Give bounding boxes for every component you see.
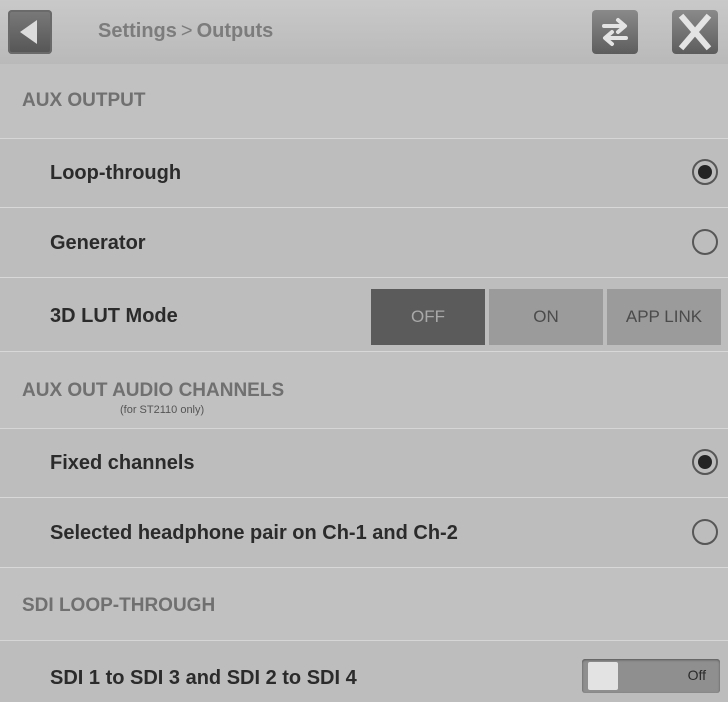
aux-audio-header: AUX OUT AUDIO CHANNELS (for ST2110 only)	[0, 352, 728, 429]
toggle-state: Off	[687, 667, 706, 683]
breadcrumb-current: Outputs	[196, 20, 274, 42]
loop-through-row[interactable]: Loop-through	[0, 139, 728, 208]
breadcrumb-separator: >	[180, 20, 193, 42]
close-button[interactable]	[672, 10, 718, 54]
generator-label: Generator	[50, 232, 146, 254]
loop-through-radio[interactable]	[692, 159, 718, 185]
close-icon	[678, 13, 712, 51]
loop-through-label: Loop-through	[50, 162, 182, 184]
aux-output-header: AUX OUTPUT	[0, 64, 728, 139]
fixed-channels-label: Fixed channels	[50, 452, 195, 474]
toggle-knob[interactable]	[588, 662, 618, 690]
back-arrow-icon	[20, 20, 37, 44]
back-button[interactable]	[8, 10, 52, 54]
generator-radio[interactable]	[692, 229, 718, 255]
lut-option-off[interactable]: OFF	[371, 289, 485, 345]
fixed-channels-radio[interactable]	[692, 449, 718, 475]
section-title: AUX OUT AUDIO CHANNELS	[22, 380, 285, 401]
generator-row[interactable]: Generator	[0, 209, 728, 278]
headphone-pair-label: Selected headphone pair on Ch-1 and Ch-2	[50, 522, 458, 544]
lut-mode-row: 3D LUT Mode OFF ON APP LINK	[0, 279, 728, 352]
sdi-mapping-row: SDI 1 to SDI 3 and SDI 2 to SDI 4 Off	[0, 641, 728, 702]
headphone-pair-radio[interactable]	[692, 519, 718, 545]
sdi-loop-header: SDI LOOP-THROUGH	[0, 568, 728, 641]
breadcrumb: Settings > Outputs	[98, 20, 273, 43]
sdi-mapping-toggle[interactable]: Off	[582, 659, 720, 693]
swap-button[interactable]	[592, 10, 638, 54]
lut-option-app-link[interactable]: APP LINK	[607, 289, 721, 345]
title-bar: Settings > Outputs	[0, 0, 728, 64]
section-subtitle: (for ST2110 only)	[120, 404, 205, 416]
breadcrumb-parent[interactable]: Settings	[98, 20, 177, 42]
section-title: SDI LOOP-THROUGH	[22, 595, 216, 616]
lut-mode-label: 3D LUT Mode	[50, 305, 178, 327]
fixed-channels-row[interactable]: Fixed channels	[0, 429, 728, 498]
lut-option-on[interactable]: ON	[489, 289, 603, 345]
section-title: AUX OUTPUT	[22, 90, 146, 111]
sdi-mapping-label: SDI 1 to SDI 3 and SDI 2 to SDI 4	[50, 667, 357, 689]
headphone-pair-row[interactable]: Selected headphone pair on Ch-1 and Ch-2	[0, 499, 728, 568]
swap-icon	[602, 18, 628, 46]
